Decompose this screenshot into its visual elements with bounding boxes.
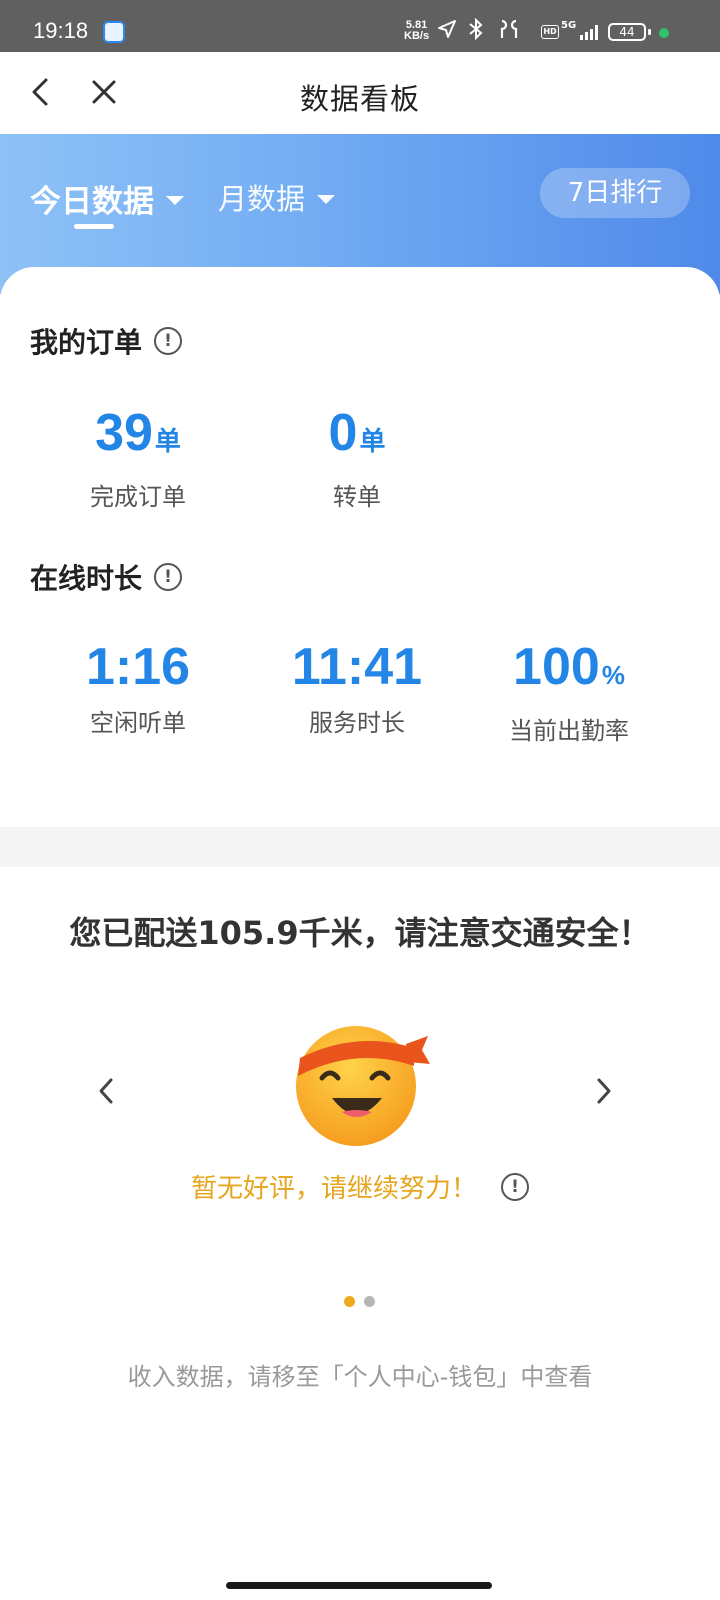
- tab-month[interactable]: 月数据: [218, 176, 336, 218]
- delivery-distance-text: 您已配送105.9千米，请注意交通安全！: [69, 914, 651, 952]
- service-time-metric: 11:41 服务时长: [282, 639, 432, 738]
- info-icon[interactable]: !: [154, 563, 183, 591]
- nav-bar: 数据看板: [0, 52, 720, 134]
- battery-tip: [648, 29, 651, 35]
- seven-day-rank-button[interactable]: 7日排行: [540, 168, 690, 218]
- attendance-metric: 100% 当前出勤率: [494, 639, 644, 746]
- carousel-next-button[interactable]: [594, 1074, 614, 1108]
- tab-today[interactable]: 今日数据: [30, 176, 184, 221]
- idle-time-value: 1:16: [85, 638, 191, 696]
- page-title: 数据看板: [299, 82, 420, 116]
- praise-message: 暂无好评，请继续努力！ !: [0, 1168, 720, 1205]
- service-time-value: 11:41: [291, 638, 423, 696]
- service-time-label: 服务时长: [309, 709, 405, 737]
- carousel-indicator: [344, 1296, 375, 1307]
- status-time: 19:18: [33, 18, 89, 43]
- orders-title-text: 我的订单: [30, 326, 143, 359]
- transfer-orders-unit: 单: [359, 426, 386, 456]
- active-tab-indicator: [74, 224, 114, 229]
- info-icon[interactable]: !: [154, 327, 183, 355]
- stats-card: 我的订单 ! 39单 完成订单 0单 转单 在线时长 ! 1:16 空闲听单 1…: [0, 267, 720, 827]
- network-speed-unit: KB/s: [404, 30, 430, 42]
- network-speed: 5.81 KB/s: [404, 20, 429, 42]
- hd-badge: HD: [541, 25, 559, 39]
- status-bar: 19:18 5.81 KB/s HD 5G 44: [0, 0, 720, 52]
- transfer-orders-value: 0: [328, 404, 358, 462]
- info-icon[interactable]: !: [501, 1172, 529, 1201]
- carousel-dot-active: [344, 1296, 355, 1307]
- praise-text: 暂无好评，请继续努力！: [190, 1174, 477, 1204]
- location-arrow-icon: [434, 16, 460, 42]
- app-icon: [103, 21, 125, 43]
- online-title-text: 在线时长: [30, 562, 143, 595]
- online-section-title: 在线时长 !: [30, 557, 183, 597]
- attendance-unit: %: [601, 660, 625, 690]
- caret-down-icon: [166, 196, 184, 205]
- transfer-orders-metric: 0单 转单: [292, 405, 422, 512]
- tab-today-label: 今日数据: [30, 184, 154, 220]
- caret-down-icon: [317, 194, 336, 204]
- home-indicator[interactable]: [226, 1582, 492, 1589]
- completed-orders-value: 39: [95, 404, 153, 462]
- idle-time-label: 空闲听单: [90, 709, 186, 737]
- privacy-indicator-dot: [659, 28, 669, 38]
- tab-month-label: 月数据: [218, 182, 306, 216]
- section-divider: [0, 827, 720, 867]
- completed-orders-unit: 单: [154, 426, 181, 456]
- carousel-prev-button[interactable]: [96, 1074, 116, 1108]
- signal-icon: [572, 24, 600, 40]
- completed-orders-metric: 39单 完成订单: [68, 405, 208, 512]
- idle-time-metric: 1:16 空闲听单: [68, 639, 208, 738]
- attendance-value: 100: [513, 638, 600, 696]
- attendance-label: 当前出勤率: [509, 717, 629, 745]
- completed-orders-label: 完成订单: [90, 483, 186, 511]
- orders-section-title: 我的订单 !: [30, 321, 183, 361]
- earbuds-icon: [496, 16, 522, 42]
- smiling-face-headband-icon: [294, 1018, 442, 1148]
- carousel-dot: [364, 1296, 375, 1307]
- income-hint-text: 收入数据，请移至「个人中心-钱包」中查看: [127, 1363, 593, 1391]
- battery-icon: 44: [608, 23, 646, 41]
- chevron-right-icon: [597, 1078, 611, 1104]
- bluetooth-icon: [463, 16, 489, 42]
- chevron-left-icon: [99, 1078, 113, 1104]
- transfer-orders-label: 转单: [333, 483, 381, 511]
